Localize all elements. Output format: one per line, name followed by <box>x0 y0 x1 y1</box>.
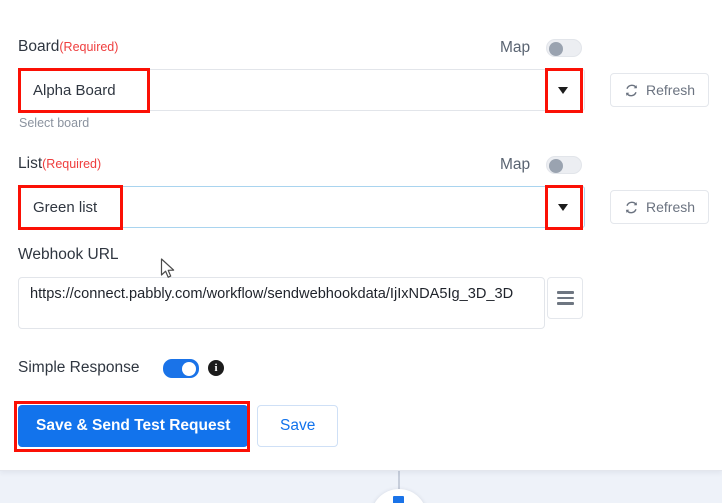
save-and-send-test-request-button[interactable]: Save & Send Test Request <box>18 405 249 447</box>
chevron-down-icon <box>558 86 568 94</box>
webhook-url-input[interactable]: https://connect.pabbly.com/workflow/send… <box>18 277 545 329</box>
board-select-field[interactable]: Alpha Board <box>18 69 585 111</box>
webhook-url-label: Webhook URL <box>18 246 119 263</box>
board-refresh-label: Refresh <box>646 82 696 98</box>
workflow-node-glyph-icon <box>393 496 404 503</box>
simple-response-toggle[interactable] <box>163 359 199 378</box>
board-field-label: Board(Required) <box>18 38 118 56</box>
mouse-cursor <box>160 258 175 278</box>
list-map-label: Map <box>500 156 531 173</box>
list-dropdown-arrow[interactable] <box>542 187 584 227</box>
board-selected-value: Alpha Board <box>33 81 116 99</box>
hamburger-icon-bar <box>556 296 574 300</box>
info-icon[interactable]: i <box>208 360 224 376</box>
board-refresh-button[interactable]: Refresh <box>610 73 710 107</box>
workflow-webhook-config-screen: Board(Required) Map Alpha Board Select b… <box>0 0 722 503</box>
board-map-label: Map <box>500 39 531 56</box>
list-map-toggle-knob <box>549 159 563 173</box>
list-required-tag: (Required) <box>42 157 102 171</box>
list-label-text: List <box>18 155 43 172</box>
list-selected-value: Green list <box>33 198 98 216</box>
chevron-down-icon <box>558 203 568 211</box>
list-field-label: List(Required) <box>18 155 101 173</box>
board-helper-text: Select board <box>19 116 90 130</box>
list-refresh-label: Refresh <box>646 199 696 215</box>
save-button[interactable]: Save <box>257 405 339 447</box>
action-config-panel: Board(Required) Map Alpha Board Select b… <box>0 0 722 471</box>
hamburger-icon-bar <box>556 302 574 305</box>
list-refresh-button[interactable]: Refresh <box>610 190 710 224</box>
board-dropdown-arrow[interactable] <box>542 70 584 110</box>
refresh-icon <box>625 84 638 96</box>
list-map-toggle[interactable] <box>546 156 582 174</box>
refresh-icon <box>625 201 638 213</box>
simple-response-label: Simple Response <box>18 359 140 376</box>
list-select-field[interactable]: Green list <box>18 186 585 228</box>
hamburger-icon-bar <box>556 291 574 294</box>
simple-response-toggle-knob <box>182 362 196 376</box>
webhook-url-menu-button[interactable] <box>547 277 583 319</box>
board-required-tag: (Required) <box>59 40 119 54</box>
board-map-toggle-knob <box>549 42 563 56</box>
board-map-toggle[interactable] <box>546 39 582 57</box>
board-label-text: Board <box>18 38 60 55</box>
